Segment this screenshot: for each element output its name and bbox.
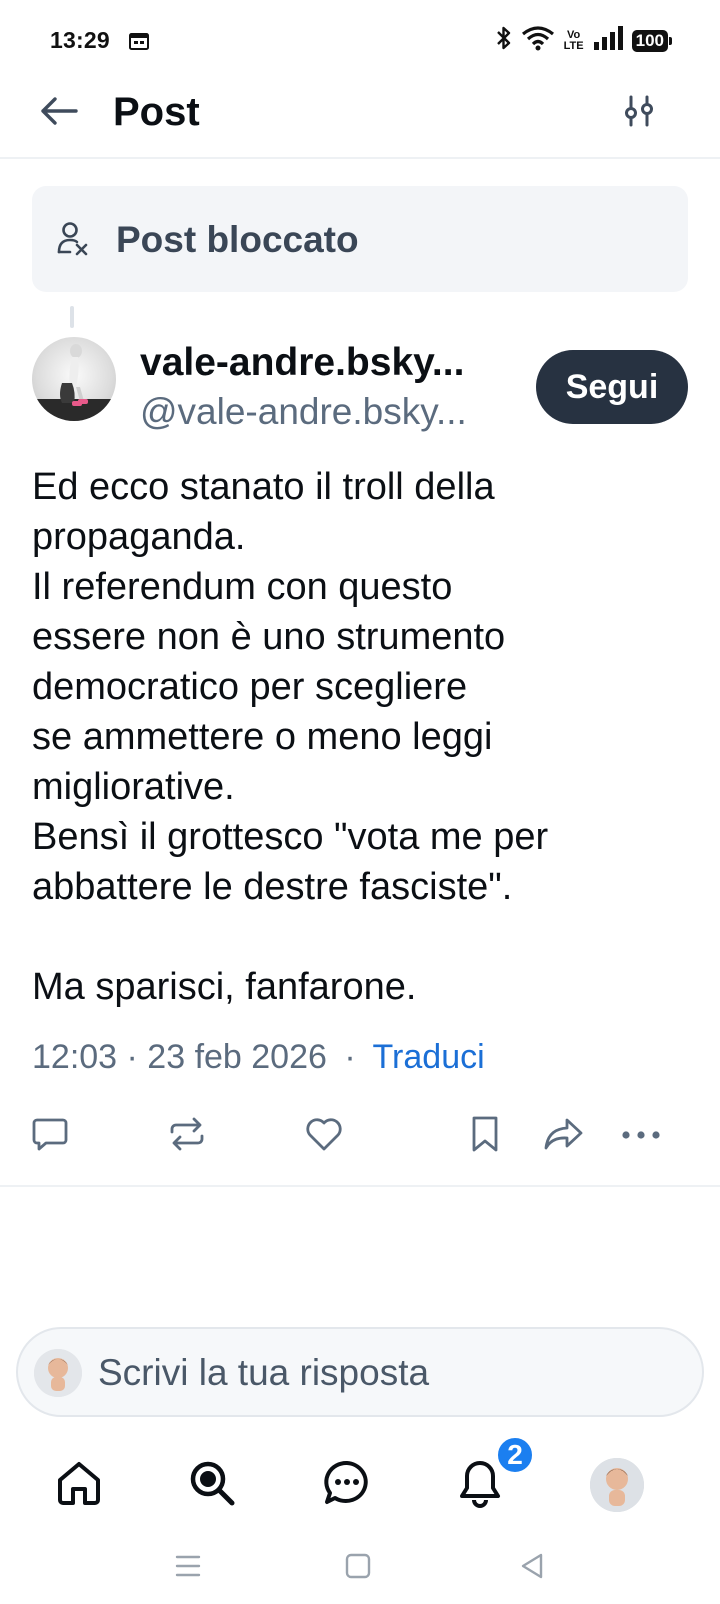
notifications-icon [455, 1458, 505, 1513]
user-avatar [34, 1349, 82, 1397]
chat-icon [322, 1458, 372, 1513]
notification-badge: 2 [496, 1436, 534, 1474]
status-icons: Vo LTE 100 [496, 25, 673, 56]
volte-icon: Vo LTE [563, 28, 584, 52]
recents-button[interactable] [160, 1544, 216, 1592]
screen: 13:29 Vo LTE 100 Post Post bloccato vale… [0, 0, 720, 1604]
post-meta: 12:03 · 23 feb 2026 · Traduci [32, 1035, 485, 1079]
header: Post [0, 80, 720, 159]
post-timestamp: 12:03 · 23 feb 2026 [32, 1038, 327, 1076]
reply-placeholder: Scrivi la tua risposta [98, 1352, 430, 1393]
follow-button[interactable]: Segui [536, 350, 688, 424]
triangle-back-icon [519, 1552, 545, 1585]
status-bar: 13:29 Vo LTE 100 [0, 0, 720, 80]
bluetooth-icon [496, 25, 512, 56]
repost-button[interactable] [161, 1110, 213, 1162]
search-icon [187, 1458, 237, 1513]
share-button[interactable] [537, 1110, 589, 1162]
person-x-icon [56, 220, 90, 261]
bookmark-button[interactable] [459, 1110, 511, 1162]
author-avatar[interactable] [32, 337, 116, 421]
profile-avatar [590, 1458, 644, 1512]
repost-icon [167, 1115, 207, 1158]
page-title: Post [113, 90, 200, 134]
post-text: Ed ecco stanato il troll della propagand… [32, 466, 549, 1008]
share-icon [542, 1115, 584, 1158]
translate-link[interactable]: Traduci [373, 1038, 485, 1076]
like-button[interactable] [298, 1110, 350, 1162]
menu-icon [175, 1554, 201, 1583]
home-icon [54, 1458, 104, 1513]
calendar-icon [129, 32, 149, 55]
reply-icon [31, 1115, 69, 1158]
back-button[interactable] [36, 90, 82, 136]
author-handle[interactable]: @vale-andre.bsky... [140, 390, 510, 434]
more-button[interactable] [615, 1110, 667, 1162]
back-system-button[interactable] [504, 1544, 560, 1592]
like-icon [304, 1115, 344, 1158]
bottom-nav: 2 [0, 1436, 720, 1540]
nav-home[interactable] [44, 1450, 114, 1520]
author-display-name[interactable]: vale-andre.bsky... [140, 340, 510, 386]
thread-settings-button[interactable] [616, 90, 662, 136]
wifi-icon [521, 25, 555, 56]
reply-button[interactable] [24, 1110, 76, 1162]
bookmark-icon [468, 1114, 502, 1159]
nav-chat[interactable] [312, 1450, 382, 1520]
reply-composer[interactable]: Scrivi la tua risposta [16, 1327, 704, 1417]
system-nav-bar [0, 1536, 720, 1604]
status-time: 13:29 [50, 27, 110, 53]
blocked-post-label: Post bloccato [116, 219, 359, 260]
square-icon [345, 1553, 371, 1584]
home-system-button[interactable] [330, 1544, 386, 1592]
battery-icon: 100 [631, 29, 673, 52]
nav-search[interactable] [177, 1450, 247, 1520]
divider [0, 1185, 720, 1187]
more-icon [621, 1127, 661, 1145]
sliders-icon [624, 95, 654, 132]
nav-profile[interactable] [582, 1450, 652, 1520]
arrow-left-icon [39, 96, 79, 131]
thread-line [70, 306, 74, 328]
post-actions [0, 1110, 720, 1166]
blocked-post-card[interactable]: Post bloccato [32, 186, 688, 292]
signal-icon [593, 26, 623, 55]
meta-separator: · [344, 1038, 356, 1076]
